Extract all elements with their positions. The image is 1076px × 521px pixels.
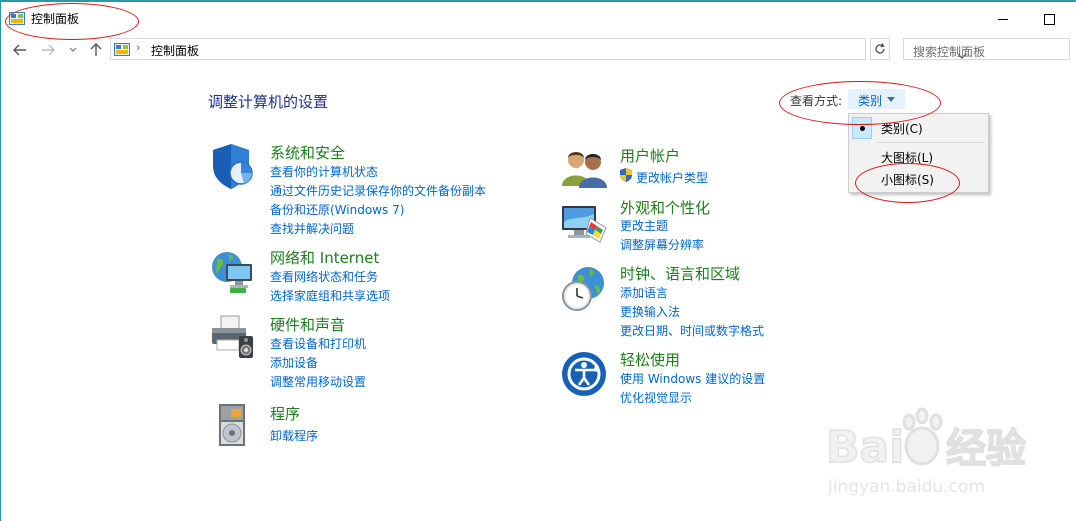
- link-windows-recommended-settings[interactable]: 使用 Windows 建议的设置: [620, 370, 765, 387]
- recent-locations-button[interactable]: [64, 41, 82, 59]
- clock-globe-icon[interactable]: [560, 265, 608, 313]
- view-by-value: 类别: [858, 94, 883, 108]
- display-appearance-icon[interactable]: [560, 198, 608, 246]
- category-network-internet[interactable]: 网络和 Internet: [270, 247, 379, 268]
- link-change-input-method[interactable]: 更换输入法: [620, 303, 680, 320]
- minimize-icon: [998, 19, 1008, 20]
- window-title: 控制面板: [31, 12, 80, 26]
- control-panel-icon: [9, 11, 25, 25]
- search-placeholder: 搜索控制面板: [913, 45, 986, 59]
- programs-disc-icon[interactable]: [209, 402, 257, 450]
- ease-of-access-icon[interactable]: [560, 350, 608, 398]
- category-clock-language-region[interactable]: 时钟、语言和区域: [620, 263, 740, 284]
- link-change-account-type[interactable]: 更改帐户类型: [636, 169, 708, 186]
- dropdown-arrow-icon: [887, 97, 895, 102]
- forward-arrow-icon: [42, 44, 55, 56]
- window-left-border: [0, 0, 1, 521]
- menu-divider: [877, 142, 985, 143]
- view-by-dropdown[interactable]: 类别: [848, 89, 905, 109]
- breadcrumb-separator[interactable]: ›: [136, 41, 140, 54]
- menu-item-small-icons[interactable]: 小图标(S): [881, 171, 934, 188]
- view-by-menu: 类别(C) 大图标(L) 小图标(S): [848, 113, 989, 193]
- link-add-device[interactable]: 添加设备: [270, 354, 318, 371]
- category-user-accounts[interactable]: 用户帐户: [620, 145, 680, 166]
- up-button[interactable]: [87, 41, 105, 59]
- link-add-language[interactable]: 添加语言: [620, 284, 668, 301]
- chevron-down-icon: [69, 47, 77, 52]
- link-view-computer-status[interactable]: 查看你的计算机状态: [270, 163, 378, 180]
- navigation-bar: › 控制面板 搜索控制面板: [0, 36, 1076, 64]
- link-devices-printers[interactable]: 查看设备和打印机: [270, 335, 366, 352]
- link-homegroup-sharing[interactable]: 选择家庭组和共享选项: [270, 287, 390, 304]
- link-mobility-settings[interactable]: 调整常用移动设置: [270, 373, 366, 390]
- page-title: 调整计算机的设置: [208, 93, 329, 111]
- link-troubleshoot[interactable]: 查找并解决问题: [270, 220, 354, 237]
- uac-shield-icon: [619, 167, 633, 183]
- link-optimize-visual-display[interactable]: 优化视觉显示: [620, 389, 692, 406]
- network-globe-icon[interactable]: [209, 247, 257, 295]
- link-backup-restore[interactable]: 备份和还原(Windows 7): [270, 201, 404, 218]
- link-change-date-time-format[interactable]: 更改日期、时间或数字格式: [620, 322, 764, 339]
- menu-item-large-icons[interactable]: 大图标(L): [881, 149, 933, 166]
- category-hardware-sound[interactable]: 硬件和声音: [270, 314, 345, 335]
- control-panel-icon: [114, 42, 130, 56]
- link-screen-resolution[interactable]: 调整屏幕分辨率: [620, 236, 704, 253]
- menu-selected-marker: [852, 117, 872, 139]
- search-input[interactable]: 搜索控制面板: [903, 38, 1070, 60]
- shield-icon[interactable]: [209, 142, 257, 190]
- up-arrow-icon: [90, 43, 102, 56]
- svg-text:jingyan.baidu.com: jingyan.baidu.com: [827, 477, 985, 497]
- link-network-status[interactable]: 查看网络状态和任务: [270, 268, 378, 285]
- view-by-label: 查看方式:: [790, 94, 843, 108]
- link-change-theme[interactable]: 更改主题: [620, 217, 668, 234]
- breadcrumb-control-panel[interactable]: 控制面板: [151, 42, 199, 59]
- address-bar[interactable]: › 控制面板: [110, 38, 967, 60]
- category-system-security[interactable]: 系统和安全: [270, 142, 345, 163]
- category-ease-of-access[interactable]: 轻松使用: [620, 349, 680, 370]
- svg-text:经验: 经验: [946, 426, 1026, 472]
- title-bar: 控制面板: [0, 2, 1076, 34]
- printer-icon[interactable]: [209, 314, 257, 362]
- back-button[interactable]: [11, 41, 29, 59]
- baidu-jingyan-watermark-logo: Bai 经验 jingyan.baidu.com: [826, 407, 1027, 497]
- radio-dot-icon: [860, 126, 865, 131]
- forward-button[interactable]: [39, 41, 57, 59]
- maximize-button[interactable]: [1026, 4, 1072, 34]
- svg-text:Bai: Bai: [826, 422, 904, 473]
- link-file-history-backup[interactable]: 通过文件历史记录保存你的文件备份副本: [270, 182, 486, 199]
- maximize-icon: [1043, 13, 1055, 25]
- refresh-icon: [875, 43, 885, 54]
- users-icon[interactable]: [560, 146, 608, 194]
- refresh-button[interactable]: [870, 38, 890, 60]
- category-programs[interactable]: 程序: [270, 403, 300, 424]
- category-appearance-personalization[interactable]: 外观和个性化: [620, 197, 710, 218]
- minimize-button[interactable]: [980, 4, 1026, 34]
- back-arrow-icon: [13, 44, 26, 56]
- link-uninstall-program[interactable]: 卸载程序: [270, 427, 318, 444]
- menu-item-category[interactable]: 类别(C): [881, 120, 923, 137]
